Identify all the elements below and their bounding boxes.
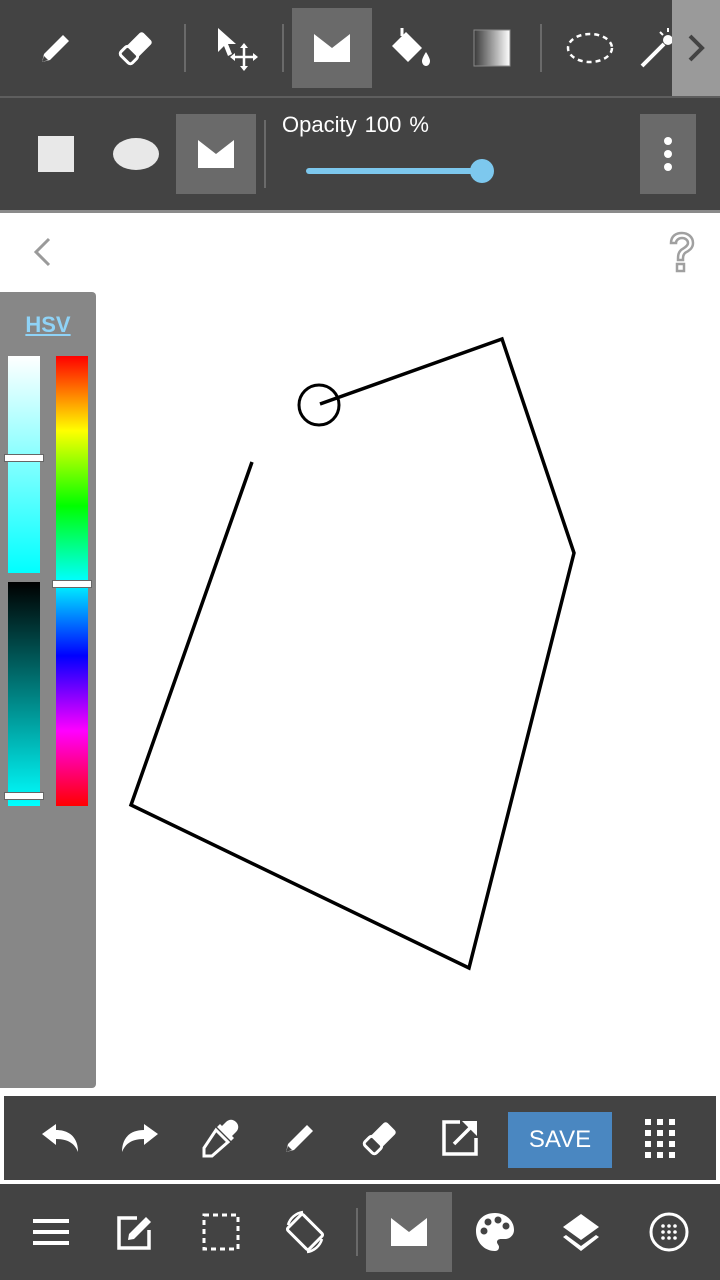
dot-grid-icon bbox=[649, 1212, 689, 1252]
polygon-stroke bbox=[128, 336, 576, 971]
undo-icon bbox=[42, 1124, 78, 1152]
shape-tool-icon bbox=[314, 34, 350, 62]
toolbar-divider bbox=[540, 24, 542, 72]
polygon-cursor bbox=[297, 383, 341, 427]
current-tool-button[interactable] bbox=[366, 1192, 452, 1272]
dot-grid-button[interactable] bbox=[626, 1192, 712, 1272]
hue-knob[interactable] bbox=[52, 580, 92, 588]
saturation-slider[interactable] bbox=[8, 356, 40, 573]
export-button[interactable] bbox=[422, 1100, 498, 1176]
toolbar-divider bbox=[184, 24, 186, 72]
rectangle-shape-button[interactable] bbox=[16, 114, 96, 194]
pencil-icon bbox=[42, 35, 69, 62]
bottom-toolbar bbox=[0, 1184, 720, 1280]
layers-icon bbox=[563, 1214, 599, 1251]
redo-icon bbox=[122, 1124, 158, 1152]
shape-tool-button[interactable] bbox=[292, 8, 372, 88]
gradient-icon bbox=[473, 29, 511, 67]
redo-button[interactable] bbox=[102, 1100, 178, 1176]
palette-icon bbox=[476, 1213, 514, 1251]
app-root: Opacity 100% HSV SAVE bbox=[0, 0, 720, 1280]
shape-tool-icon bbox=[391, 1218, 427, 1246]
help-button[interactable] bbox=[656, 226, 708, 278]
chevron-right-icon bbox=[688, 34, 705, 62]
toolbar-divider bbox=[356, 1208, 358, 1256]
eyedropper-icon bbox=[202, 1119, 239, 1158]
toolbar-divider bbox=[264, 120, 266, 188]
save-button[interactable]: SAVE bbox=[508, 1112, 612, 1168]
layers-button[interactable] bbox=[538, 1192, 624, 1272]
color-panel: HSV bbox=[0, 292, 96, 1088]
undo-button[interactable] bbox=[22, 1100, 98, 1176]
rotate-canvas-icon bbox=[285, 1210, 325, 1254]
chevron-left-icon bbox=[33, 237, 51, 267]
grid-menu-icon bbox=[645, 1119, 675, 1158]
opacity-value: 100 bbox=[364, 112, 402, 137]
value-slider[interactable] bbox=[8, 582, 40, 806]
opacity-slider-thumb[interactable] bbox=[470, 159, 494, 183]
edit-button[interactable] bbox=[92, 1192, 178, 1272]
saturation-knob[interactable] bbox=[4, 454, 44, 462]
lasso-tool-button[interactable] bbox=[550, 8, 630, 88]
move-icon bbox=[218, 28, 258, 71]
polygon-shape-button[interactable] bbox=[176, 114, 256, 194]
shape-options-toolbar: Opacity 100% bbox=[0, 98, 720, 210]
palette-button[interactable] bbox=[452, 1192, 538, 1272]
expand-toolbar-button[interactable] bbox=[672, 0, 720, 96]
ellipse-shape-button[interactable] bbox=[96, 114, 176, 194]
rotate-canvas-button[interactable] bbox=[262, 1192, 348, 1272]
more-vertical-icon bbox=[664, 137, 672, 171]
help-icon bbox=[669, 231, 695, 273]
hamburger-menu-icon bbox=[33, 1219, 69, 1245]
action-toolbar: SAVE bbox=[4, 1096, 716, 1180]
grid-menu-button[interactable] bbox=[622, 1100, 698, 1176]
ellipse-shape-icon bbox=[113, 138, 159, 170]
export-icon bbox=[442, 1120, 478, 1156]
fill-bucket-icon bbox=[392, 28, 430, 66]
fill-tool-button[interactable] bbox=[372, 8, 452, 88]
opacity-slider-track[interactable] bbox=[306, 168, 482, 174]
drawing-canvas[interactable] bbox=[0, 213, 720, 1093]
more-options-button[interactable] bbox=[640, 114, 696, 194]
pencil-tool-button[interactable] bbox=[16, 8, 96, 88]
opacity-label: Opacity 100% bbox=[282, 112, 437, 138]
pen-icon bbox=[286, 1125, 313, 1152]
value-knob[interactable] bbox=[4, 792, 44, 800]
lasso-select-icon bbox=[566, 32, 614, 64]
hsv-mode-link[interactable]: HSV bbox=[0, 312, 96, 338]
move-tool-button[interactable] bbox=[196, 8, 276, 88]
eyedropper-button[interactable] bbox=[182, 1100, 258, 1176]
toolbar-divider bbox=[282, 24, 284, 72]
pen-button[interactable] bbox=[262, 1100, 338, 1176]
back-button[interactable] bbox=[20, 228, 64, 276]
eraser-tool-button[interactable] bbox=[96, 8, 176, 88]
opacity-text: Opacity bbox=[282, 112, 357, 137]
top-toolbar bbox=[0, 0, 720, 96]
polygon-shape-icon bbox=[198, 140, 234, 168]
rectangle-shape-icon bbox=[38, 136, 74, 172]
edit-icon bbox=[117, 1216, 151, 1250]
main-menu-button[interactable] bbox=[8, 1192, 94, 1272]
selection-icon bbox=[202, 1213, 240, 1251]
gradient-tool-button[interactable] bbox=[452, 8, 532, 88]
eraser-icon bbox=[118, 32, 152, 66]
selection-button[interactable] bbox=[178, 1192, 264, 1272]
eraser-button[interactable] bbox=[342, 1100, 418, 1176]
eraser-icon bbox=[362, 1122, 396, 1156]
opacity-unit: % bbox=[409, 112, 429, 137]
